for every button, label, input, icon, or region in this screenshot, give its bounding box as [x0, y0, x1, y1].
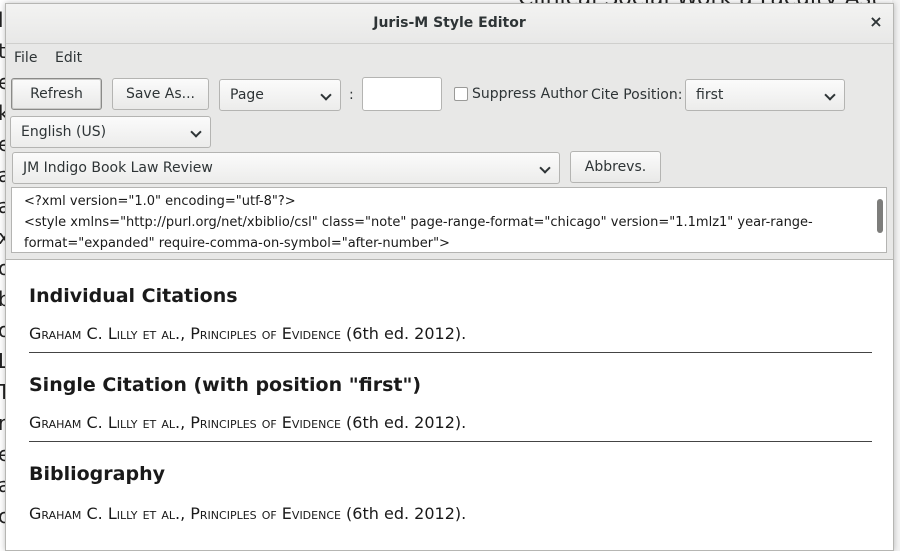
save-as-button[interactable]: Save As...: [112, 78, 209, 110]
citation-preview: Individual Citations Graham C. Lilly et …: [6, 260, 893, 550]
scrollbar-thumb[interactable]: [877, 199, 883, 233]
close-icon[interactable]: ×: [867, 13, 885, 31]
citation-text: Graham C. Lilly et al., Principles of Ev…: [29, 324, 466, 343]
locator-input[interactable]: [362, 77, 442, 111]
suppress-author-label[interactable]: Suppress Author: [472, 86, 588, 102]
refresh-button[interactable]: Refresh: [11, 78, 102, 110]
title-bar[interactable]: Juris-M Style Editor ×: [6, 4, 893, 44]
section-heading: Individual Citations: [29, 285, 238, 307]
chevron-down-icon: [320, 89, 332, 101]
locale-select[interactable]: English (US): [10, 116, 211, 148]
section-divider: [29, 441, 872, 442]
code-line: <style xmlns="http://purl.org/net/xbibli…: [24, 215, 813, 230]
citation-text: Graham C. Lilly et al., Principles of Ev…: [29, 504, 466, 523]
citation-separator: ,: [180, 504, 191, 523]
cite-position-select[interactable]: first: [685, 79, 845, 111]
citation-separator: ,: [180, 413, 191, 432]
abbrevs-button[interactable]: Abbrevs.: [570, 151, 661, 183]
section-divider: [29, 352, 872, 353]
chevron-down-icon: [190, 126, 202, 138]
citation-separator: ,: [180, 324, 191, 343]
locale-select-value: English (US): [21, 124, 107, 140]
citation-text: Graham C. Lilly et al., Principles of Ev…: [29, 413, 466, 432]
citation-work: Principles of Evidence: [190, 324, 341, 343]
background-glyph: l: [0, 8, 4, 32]
citation-tail: (6th ed. 2012).: [340, 504, 467, 523]
locator-select-value: Page: [230, 87, 264, 103]
chevron-down-icon: [539, 162, 551, 174]
section-heading: Single Citation (with position "first"): [29, 374, 422, 396]
menu-file[interactable]: File: [14, 50, 37, 66]
citation-author: Graham C. Lilly et al.: [29, 324, 181, 343]
citation-author: Graham C. Lilly et al.: [29, 413, 181, 432]
citation-author: Graham C. Lilly et al.: [29, 504, 181, 523]
cite-position-label: Cite Position:: [591, 87, 683, 103]
suppress-author-checkbox[interactable]: [454, 87, 468, 101]
citation-tail: (6th ed. 2012).: [340, 324, 467, 343]
style-select-value: JM Indigo Book Law Review: [23, 160, 213, 176]
style-select[interactable]: JM Indigo Book Law Review: [12, 152, 560, 184]
citation-tail: (6th ed. 2012).: [340, 413, 467, 432]
window-title: Juris-M Style Editor: [373, 15, 526, 31]
locator-colon: :: [349, 87, 354, 103]
locator-select[interactable]: Page: [219, 79, 341, 111]
section-heading: Bibliography: [29, 463, 165, 485]
citation-work: Principles of Evidence: [190, 504, 341, 523]
style-editor-window: Juris-M Style Editor × File Edit Refresh…: [5, 3, 894, 551]
editor-scrollbar[interactable]: [875, 191, 883, 249]
code-line: format="expanded" require-comma-on-symbo…: [24, 236, 450, 251]
menu-edit[interactable]: Edit: [55, 50, 82, 66]
cite-position-select-value: first: [696, 87, 724, 103]
code-line: <?xml version="1.0" encoding="utf-8"?>: [24, 194, 296, 209]
citation-work: Principles of Evidence: [190, 413, 341, 432]
chevron-down-icon: [824, 89, 836, 101]
menu-bar: File Edit: [6, 44, 893, 72]
csl-code-editor[interactable]: <?xml version="1.0" encoding="utf-8"?> <…: [11, 187, 887, 253]
